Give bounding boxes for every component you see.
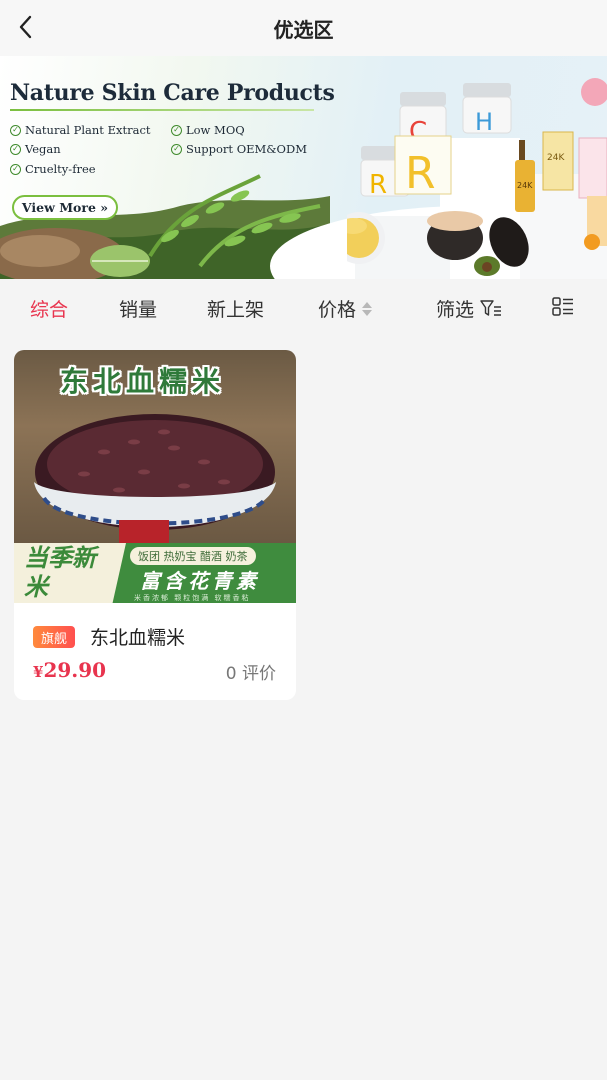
review-count: 0 评价: [225, 664, 276, 684]
product-card[interactable]: 东北血糯米 当季新米 饭团 热奶宝 醋酒 奶茶 富含花青素 米香浓郁 颗粒饱满 …: [14, 350, 296, 700]
tab-label: 新上架: [207, 299, 265, 321]
jar-label: 24K: [517, 181, 533, 190]
image-slogan: 富含花青素: [140, 569, 260, 593]
banner-feature: ✓ Vegan: [10, 142, 61, 156]
feature-label: Vegan: [25, 142, 61, 156]
filter-icon: [480, 299, 502, 316]
feature-label: Support OEM&ODM: [186, 142, 307, 156]
check-circle-icon: ✓: [10, 163, 21, 175]
price-currency: ¥: [33, 663, 44, 681]
promo-banner[interactable]: C H R R 24K 24K Nature Skin Care Product…: [0, 56, 607, 279]
jar-label: H: [475, 108, 493, 136]
chevron-left-icon: [19, 15, 32, 39]
check-circle-icon: ✓: [10, 124, 21, 136]
check-circle-icon: ✓: [10, 143, 21, 155]
banner-feature: ✓ Low MOQ: [171, 123, 245, 137]
check-circle-icon: ✓: [171, 143, 182, 155]
feature-label: Low MOQ: [186, 123, 245, 137]
tab-new-arrivals[interactable]: 新上架: [207, 295, 264, 322]
product-price: ¥29.90: [33, 658, 106, 682]
jar-label: 24K: [547, 153, 565, 163]
jar-label: R: [405, 148, 436, 199]
tab-filter[interactable]: 筛选: [436, 295, 502, 322]
image-title: 东北血糯米: [60, 365, 226, 398]
banner-feature: ✓ Natural Plant Extract: [10, 123, 151, 137]
product-name: 东北血糯米: [90, 627, 186, 649]
product-image: 东北血糯米 当季新米 饭团 热奶宝 醋酒 奶茶 富含花青素 米香浓郁 颗粒饱满 …: [14, 350, 296, 603]
view-more-button[interactable]: View More »: [12, 195, 118, 220]
sort-tab-bar: 综合 销量 新上架 价格 筛选: [0, 279, 607, 337]
banner-title-underline: [10, 109, 314, 111]
banner-products-illustration: C H R R 24K 24K: [347, 78, 607, 276]
tab-label: 筛选: [436, 299, 475, 321]
banner-title: Nature Skin Care Products: [10, 80, 335, 106]
tab-price[interactable]: 价格: [318, 295, 373, 322]
feature-label: Natural Plant Extract: [25, 123, 151, 137]
page-title: 优选区: [273, 17, 334, 42]
sort-arrows-icon: [362, 301, 373, 316]
tab-label: 销量: [119, 299, 158, 321]
check-circle-icon: ✓: [171, 124, 182, 136]
back-button[interactable]: [12, 12, 42, 42]
price-value: 29.90: [43, 658, 107, 682]
layout-toggle-button[interactable]: [551, 296, 575, 318]
tab-sales[interactable]: 销量: [119, 295, 157, 322]
feature-label: Cruelty-free: [25, 162, 96, 176]
list-layout-icon: [552, 297, 573, 316]
image-fine-print: 米香浓郁 颗粒饱满 软糯香粘: [134, 594, 251, 602]
image-usage-tags: 饭团 热奶宝 醋酒 奶茶: [130, 547, 256, 565]
tab-comprehensive[interactable]: 综合: [30, 295, 68, 322]
banner-feature: ✓ Support OEM&ODM: [171, 142, 307, 156]
image-season-text: 当季新米: [24, 544, 96, 601]
jar-label: R: [369, 170, 387, 200]
flagship-badge: 旗舰: [33, 626, 76, 648]
banner-feature: ✓ Cruelty-free: [10, 162, 96, 176]
tab-label: 综合: [30, 299, 69, 321]
top-nav-bar: 优选区: [0, 0, 607, 56]
tab-label: 价格: [318, 299, 357, 321]
